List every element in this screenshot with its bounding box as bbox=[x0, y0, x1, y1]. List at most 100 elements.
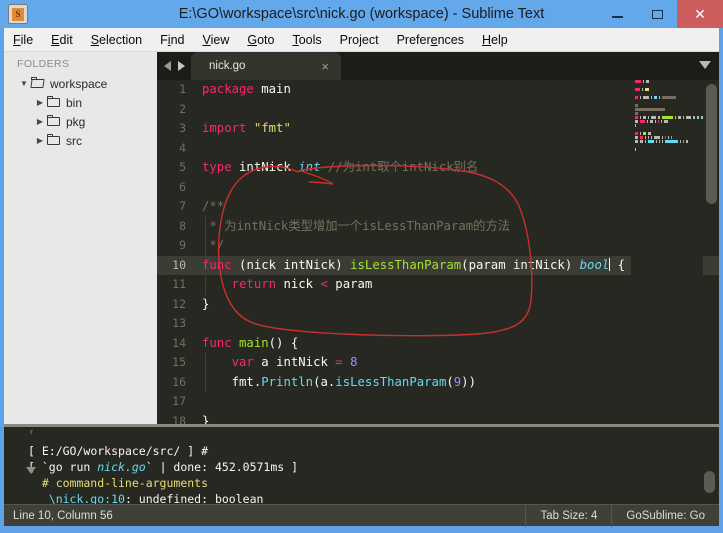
minimap-token bbox=[635, 96, 638, 99]
tree-item-workspace[interactable]: ▼ workspace bbox=[4, 74, 157, 93]
triangle-down-icon[interactable]: ▼ bbox=[18, 79, 30, 88]
console-line: # command-line-arguments bbox=[4, 475, 719, 491]
sublime-text-window: S E:\GO\workspace\src\nick.go (workspace… bbox=[0, 0, 723, 533]
tab-size-indicator[interactable]: Tab Size: 4 bbox=[525, 504, 611, 527]
minimap-line bbox=[635, 124, 703, 127]
minimap-token bbox=[701, 116, 703, 119]
minimap-token bbox=[635, 108, 665, 111]
code-token: )) bbox=[461, 374, 476, 389]
console-token: ⸢ bbox=[28, 428, 35, 442]
menu-goto[interactable]: Goto bbox=[238, 31, 283, 49]
minimize-button[interactable] bbox=[597, 0, 637, 28]
sublime-text-icon: S bbox=[8, 4, 28, 24]
maximize-button[interactable] bbox=[637, 0, 677, 28]
code-token: package bbox=[202, 82, 254, 96]
line-number: 17 bbox=[172, 394, 186, 408]
code-token: intNick bbox=[276, 355, 328, 369]
editor-scrollbar[interactable] bbox=[706, 84, 717, 204]
minimap-line bbox=[635, 116, 703, 119]
triangle-right-icon[interactable]: ▶ bbox=[34, 136, 46, 145]
menu-find[interactable]: Find bbox=[151, 31, 193, 49]
minimap-token bbox=[662, 136, 663, 139]
minimap-line bbox=[635, 152, 703, 155]
code-token: intNick bbox=[513, 257, 565, 272]
menu-project[interactable]: Project bbox=[331, 31, 388, 49]
minimap-token bbox=[646, 80, 649, 83]
indent-guide bbox=[205, 236, 206, 256]
minimap-token bbox=[683, 140, 684, 143]
minimap-token bbox=[648, 132, 651, 135]
status-bar: Line 10, Column 56 Tab Size: 4 GoSublime… bbox=[4, 504, 719, 527]
code-token: } bbox=[202, 413, 210, 425]
console-token: \nick.go:10 bbox=[28, 492, 125, 504]
close-button[interactable]: ✕ bbox=[677, 0, 723, 28]
minimap-token bbox=[635, 112, 638, 115]
cursor-position: Line 10, Column 56 bbox=[13, 509, 113, 522]
code-token: fmt bbox=[231, 374, 254, 389]
menu-edit[interactable]: Edit bbox=[42, 31, 82, 49]
code-area[interactable]: 12345678910111213141516171819 package ma… bbox=[157, 80, 719, 424]
title-bar: S E:\GO\workspace\src\nick.go (workspace… bbox=[0, 0, 723, 28]
menu-help[interactable]: Help bbox=[473, 31, 517, 49]
code-token: param bbox=[335, 277, 373, 291]
tree-item-src[interactable]: ▶ src bbox=[4, 131, 157, 150]
minimap-token bbox=[696, 116, 700, 119]
tree-item-bin[interactable]: ▶ bin bbox=[4, 93, 157, 112]
syntax-indicator[interactable]: GoSublime: Go bbox=[611, 504, 719, 527]
console-token: go run bbox=[48, 460, 98, 474]
code-token: //为int取个intNick别名 bbox=[327, 160, 479, 174]
minimap-line bbox=[635, 92, 703, 95]
menu-file[interactable]: File bbox=[4, 31, 42, 49]
folder-icon bbox=[47, 134, 61, 146]
minimap-token bbox=[650, 116, 656, 119]
minimap-token bbox=[635, 132, 638, 135]
menu-preferences[interactable]: Preferences bbox=[388, 31, 473, 49]
code-token: bool bbox=[579, 257, 610, 272]
code-token: ) bbox=[335, 257, 351, 272]
console-token: # command-line-arguments bbox=[28, 476, 209, 490]
minimap-token bbox=[685, 116, 692, 119]
code-token: intNick bbox=[283, 257, 336, 272]
collapse-triangle-icon[interactable] bbox=[26, 467, 36, 474]
minimap-line bbox=[635, 112, 703, 115]
minimap-token bbox=[635, 104, 638, 107]
console-scrollbar[interactable] bbox=[704, 471, 715, 493]
minimap-token bbox=[650, 120, 653, 123]
minimap-token bbox=[662, 140, 663, 143]
menu-tools[interactable]: Tools bbox=[283, 31, 330, 49]
code-token: int bbox=[298, 160, 321, 174]
triangle-right-icon[interactable]: ▶ bbox=[34, 117, 46, 126]
console-panel[interactable]: ⸢[ E:/GO/workspace/src/ ] #[ `go run nic… bbox=[4, 424, 719, 504]
nav-next-icon[interactable] bbox=[178, 61, 185, 71]
tab-nick-go[interactable]: nick.go × bbox=[191, 52, 341, 80]
minimap-token bbox=[659, 96, 660, 99]
console-token: [ bbox=[28, 444, 42, 458]
triangle-right-icon[interactable]: ▶ bbox=[34, 98, 46, 107]
minimap-token bbox=[648, 140, 654, 143]
close-icon[interactable]: × bbox=[321, 59, 329, 74]
line-number: 16 bbox=[172, 374, 186, 389]
minimap-token bbox=[643, 132, 646, 135]
code-token: var bbox=[231, 355, 254, 369]
minimap-token bbox=[647, 120, 648, 123]
tab-nav-arrows[interactable] bbox=[157, 52, 191, 80]
minimap-token bbox=[643, 96, 649, 99]
minimap-token bbox=[661, 120, 662, 123]
minimap-token bbox=[640, 136, 643, 139]
minimap-line bbox=[635, 100, 703, 103]
indent-guide bbox=[205, 216, 206, 236]
menu-view[interactable]: View bbox=[193, 31, 238, 49]
minimap-token bbox=[655, 120, 656, 123]
tree-item-pkg[interactable]: ▶ pkg bbox=[4, 112, 157, 131]
menu-selection[interactable]: Selection bbox=[82, 31, 151, 49]
code-token: () { bbox=[268, 335, 299, 350]
chevron-down-icon[interactable] bbox=[699, 61, 711, 69]
minimap[interactable] bbox=[631, 80, 703, 424]
minimap-token bbox=[677, 116, 682, 119]
minimap-token bbox=[635, 116, 638, 119]
nav-prev-icon[interactable] bbox=[164, 61, 171, 71]
